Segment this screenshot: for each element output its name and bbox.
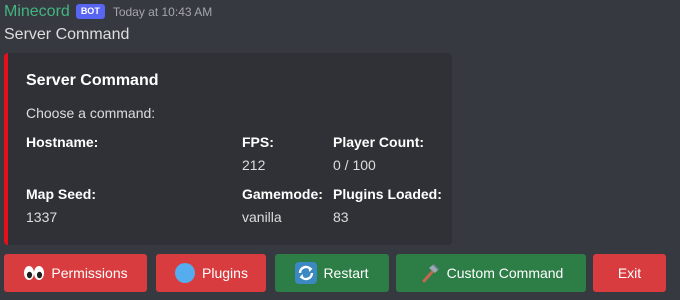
hammer-icon [419,262,441,284]
restart-arrows-icon [295,262,318,284]
message-header: Minecord BOT Today at 10:43 AM [4,1,212,23]
embed-title: Server Command [26,72,159,89]
field-map-seed: Map Seed: 1337 [26,185,96,226]
field-value: 0 / 100 [333,157,376,173]
plugins-button-label: Plugins [202,265,248,281]
field-name: Map Seed: [26,186,97,202]
custom-command-button[interactable]: Custom Command [396,254,586,292]
field-player-count: Player Count: 0 / 100 [333,133,424,174]
embed-description: Choose a command: [26,105,156,121]
embed-card: Server Command Choose a command: Hostnam… [4,53,452,245]
field-value: 212 [242,157,266,173]
permissions-button-label: Permissions [51,265,128,281]
field-name: Player Count: [333,134,425,150]
field-gamemode: Gamemode: vanilla [242,185,323,226]
field-name: Hostname: [26,134,99,150]
plugins-button[interactable]: Plugins [156,254,266,292]
message-timestamp: Today at 10:43 AM [112,5,213,19]
field-fps: FPS: 212 [242,133,274,174]
field-hostname: Hostname: [26,133,98,174]
eyes-icon [23,262,45,284]
custom-command-button-label: Custom Command [446,265,564,281]
field-name: Gamemode: [242,186,323,202]
exit-button-label: Exit [617,265,642,281]
restart-button-label: Restart [323,265,369,281]
field-value: 83 [333,209,349,225]
restart-button[interactable]: Restart [275,254,389,292]
field-value: vanilla [242,209,282,225]
field-value: 1337 [26,209,58,225]
blue-circle-icon [174,262,196,284]
field-value [26,156,98,174]
field-name: FPS: [242,134,274,150]
exit-button[interactable]: Exit [593,254,666,292]
field-plugins-loaded: Plugins Loaded: 83 [333,185,442,226]
bot-tag-badge: BOT [75,3,105,19]
username[interactable]: Minecord [4,2,70,22]
permissions-button[interactable]: Permissions [4,254,147,292]
field-name: Plugins Loaded: [333,186,442,202]
discord-message: Minecord BOT Today at 10:43 AM Server Co… [0,0,680,300]
message-content: Server Command [4,26,130,43]
